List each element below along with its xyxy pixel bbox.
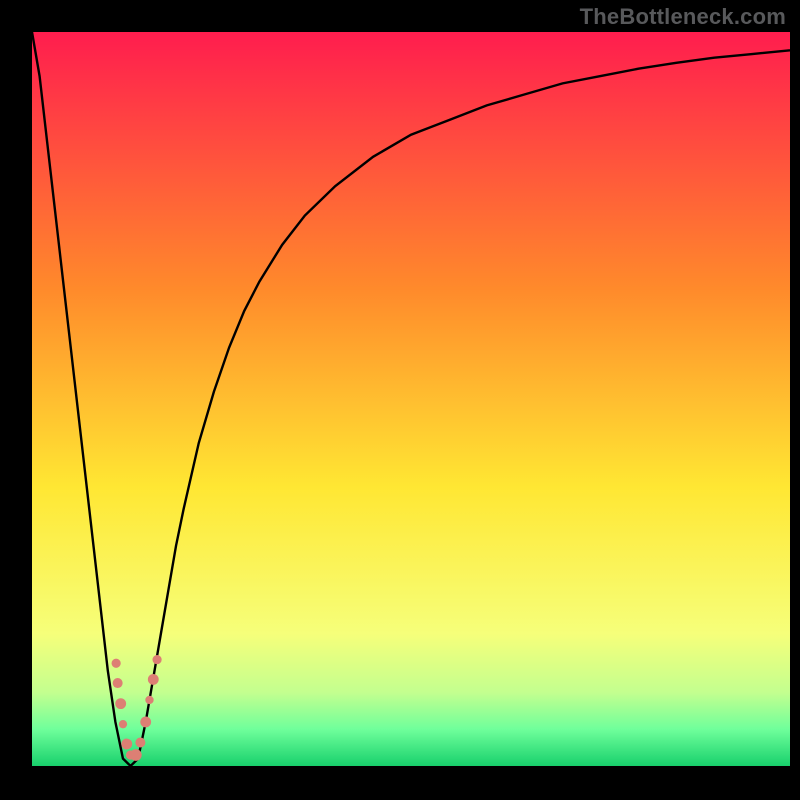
- data-point: [115, 698, 126, 709]
- data-point: [145, 696, 153, 704]
- data-point: [148, 674, 159, 685]
- bottleneck-chart: [0, 0, 800, 800]
- frame-left: [0, 0, 32, 800]
- chart-container: TheBottleneck.com: [0, 0, 800, 800]
- watermark-text: TheBottleneck.com: [580, 4, 786, 30]
- data-point: [130, 749, 142, 761]
- frame-bottom: [0, 766, 800, 800]
- data-point: [119, 720, 127, 728]
- plot-background: [32, 32, 790, 766]
- data-point: [121, 739, 132, 750]
- frame-right: [790, 0, 800, 800]
- data-point: [140, 717, 151, 728]
- data-point: [152, 655, 161, 664]
- data-point: [113, 678, 123, 688]
- data-point: [135, 738, 145, 748]
- data-point: [112, 659, 121, 668]
